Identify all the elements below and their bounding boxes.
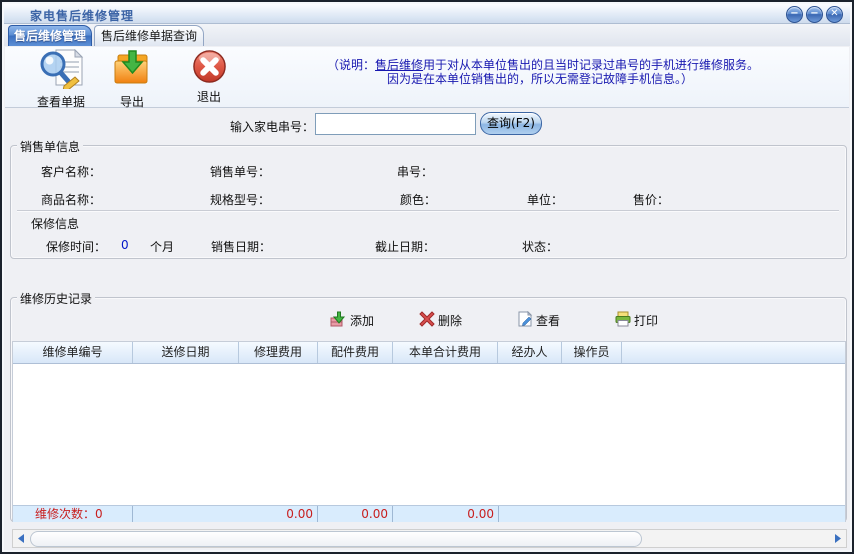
delete-icon xyxy=(419,311,435,330)
tab-bar: 售后维修管理 售后维修单据查询 xyxy=(4,24,850,46)
col-header-repair-date[interactable]: 送修日期 xyxy=(133,342,239,363)
product-name-label: 商品名称： xyxy=(41,191,101,208)
warranty-divider xyxy=(17,210,839,212)
col-header-handler[interactable]: 经办人 xyxy=(498,342,562,363)
col-header-operator[interactable]: 操作员 xyxy=(562,342,622,363)
history-table: 维修单编号 送修日期 修理费用 配件费用 本单合计费用 经办人 操作员 维修次数… xyxy=(12,341,846,522)
restore-button[interactable]: − xyxy=(806,6,823,23)
warranty-period-label: 保修时间： xyxy=(46,238,106,255)
export-button[interactable]: 导出 xyxy=(105,49,159,110)
note-highlight: 售后维修 xyxy=(375,58,423,72)
summary-filler xyxy=(499,506,845,522)
exit-button[interactable]: 退出 xyxy=(183,49,235,105)
sales-order-no-label: 销售单号： xyxy=(210,163,270,180)
spec-model-label: 规格型号： xyxy=(210,191,270,208)
warranty-period-value: 0 xyxy=(121,238,129,252)
deadline-label: 截止日期： xyxy=(375,238,435,255)
add-button[interactable]: 添加 xyxy=(330,311,374,330)
sales-info-group: 销售单信息 客户名称： 销售单号： 串号： 商品名称： 规格型号： 颜色： 单位… xyxy=(10,145,847,259)
col-header-filler xyxy=(622,342,845,363)
close-button[interactable]: ✕ xyxy=(826,6,843,23)
scrollbar-thumb[interactable] xyxy=(30,531,642,547)
app-window: 家电售后维修管理 − − ✕ 售后维修管理 售后维修单据查询 xyxy=(0,0,854,554)
summary-repair-fee: 0.00 xyxy=(133,506,318,522)
warranty-section-title: 保修信息 xyxy=(31,215,79,232)
title-bar: 家电售后维修管理 − − ✕ xyxy=(4,4,850,24)
minimize-icon: − xyxy=(790,8,798,19)
exit-icon xyxy=(192,49,227,87)
summary-row: 维修次数：0 0.00 0.00 0.00 xyxy=(13,505,845,522)
table-body[interactable] xyxy=(13,364,845,505)
view-button[interactable]: 查看 xyxy=(517,311,560,330)
export-icon xyxy=(112,49,152,92)
serial-input-label: 输入家电串号： xyxy=(230,118,314,135)
scroll-left-arrow[interactable] xyxy=(13,530,29,547)
delete-label: 删除 xyxy=(438,312,462,329)
print-label: 打印 xyxy=(634,312,658,329)
repair-count: 维修次数：0 xyxy=(13,506,133,522)
col-header-repair-order-no[interactable]: 维修单编号 xyxy=(13,342,133,363)
add-label: 添加 xyxy=(350,312,374,329)
minimize-button[interactable]: − xyxy=(786,6,803,23)
summary-parts-fee: 0.00 xyxy=(318,506,393,522)
sale-date-label: 销售日期： xyxy=(211,238,271,255)
tab-after-sales-management[interactable]: 售后维修管理 xyxy=(8,25,92,46)
window-controls: − − ✕ xyxy=(786,6,843,23)
view-document-icon xyxy=(38,49,84,92)
col-header-total-fee[interactable]: 本单合计费用 xyxy=(393,342,498,363)
query-button[interactable]: 查询(F2) xyxy=(480,112,542,135)
note-line2: 因为是在本单位销售出的，所以无需登记故障手机信息。） xyxy=(387,72,854,86)
print-button[interactable]: 打印 xyxy=(615,311,658,330)
table-header-row: 维修单编号 送修日期 修理费用 配件费用 本单合计费用 经办人 操作员 xyxy=(13,342,845,364)
view-receipt-button[interactable]: 查看单据 xyxy=(21,49,101,110)
export-label: 导出 xyxy=(120,93,144,110)
summary-total-fee: 0.00 xyxy=(393,506,499,522)
horizontal-scrollbar[interactable] xyxy=(12,529,847,548)
col-header-parts-fee[interactable]: 配件费用 xyxy=(318,342,393,363)
view-record-label: 查看 xyxy=(536,312,560,329)
scroll-right-arrow[interactable] xyxy=(830,530,846,547)
note-line1: （说明：售后维修用于对从本单位售出的且当时记录过串号的手机进行维修服务。 xyxy=(327,58,854,72)
tab-receipt-query[interactable]: 售后维修单据查询 xyxy=(94,25,204,46)
col-header-repair-fee[interactable]: 修理费用 xyxy=(239,342,318,363)
customer-name-label: 客户名称： xyxy=(41,163,101,180)
toolbar-note: （说明：售后维修用于对从本单位售出的且当时记录过串号的手机进行维修服务。 因为是… xyxy=(327,58,854,86)
add-icon xyxy=(330,311,347,330)
warranty-period-unit: 个月 xyxy=(150,238,174,255)
price-label: 售价： xyxy=(633,191,669,208)
serial-no-label: 串号： xyxy=(397,163,433,180)
restore-icon: − xyxy=(810,8,818,19)
repair-history-group-title: 维修历史记录 xyxy=(17,290,95,307)
window-title: 家电售后维修管理 xyxy=(30,7,134,24)
color-label: 颜色： xyxy=(400,191,436,208)
delete-button[interactable]: 删除 xyxy=(419,311,462,330)
repair-history-group: 维修历史记录 添加 删除 xyxy=(10,297,847,522)
status-label: 状态： xyxy=(522,238,558,255)
sales-info-group-title: 销售单信息 xyxy=(17,138,83,155)
close-icon: ✕ xyxy=(830,8,838,19)
view-receipt-label: 查看单据 xyxy=(37,93,85,110)
unit-label: 单位： xyxy=(527,191,563,208)
view-record-icon xyxy=(517,311,533,330)
exit-label: 退出 xyxy=(197,88,221,105)
toolbar: 查看单据 导出 xyxy=(5,47,849,108)
print-icon xyxy=(615,311,631,330)
serial-input[interactable] xyxy=(315,113,476,135)
